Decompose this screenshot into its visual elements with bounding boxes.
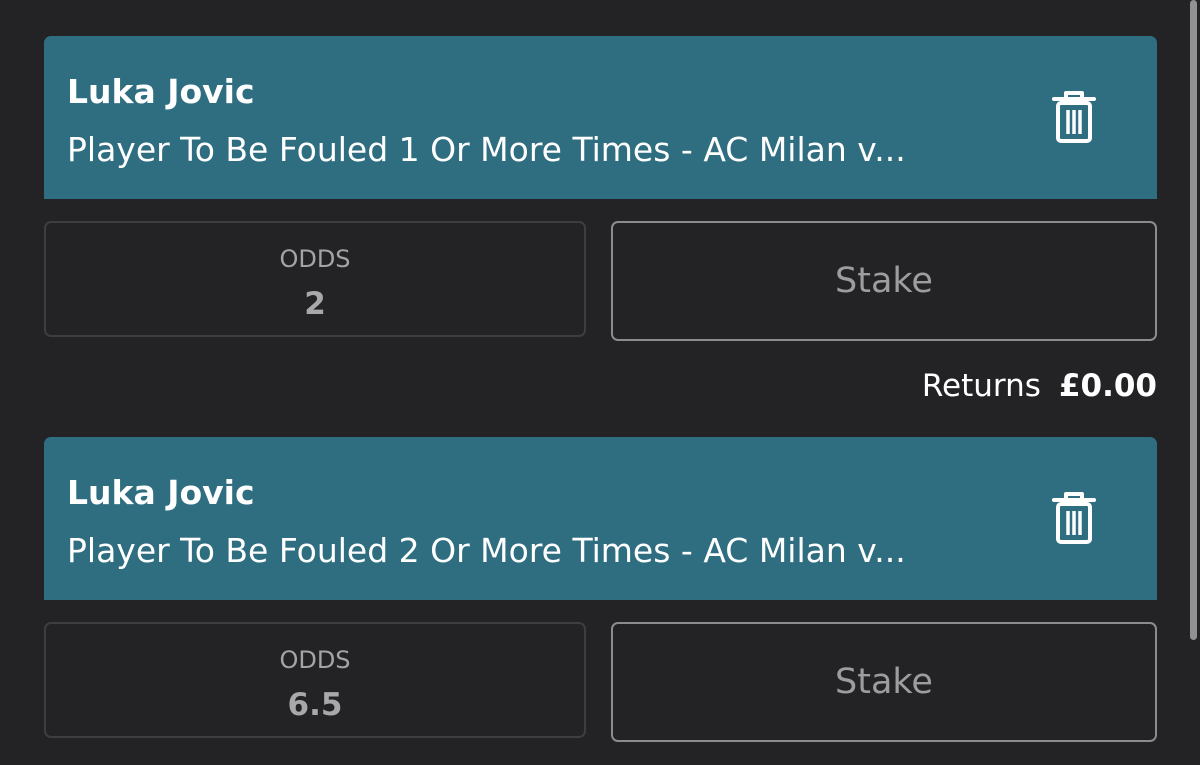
- bet-slip: Luka Jovic Player To Be Fouled 1 Or More…: [0, 0, 1200, 765]
- market-name: Player To Be Fouled 1 Or More Times - AC…: [67, 130, 906, 169]
- delete-bet-button[interactable]: [1051, 91, 1097, 145]
- bet-selection-header: Luka Jovic Player To Be Fouled 1 Or More…: [44, 36, 1157, 199]
- player-name: Luka Jovic: [67, 473, 255, 512]
- scrollbar[interactable]: [1190, 0, 1197, 640]
- odds-label: ODDS: [279, 245, 351, 273]
- bet-selection-header: Luka Jovic Player To Be Fouled 2 Or More…: [44, 437, 1157, 600]
- returns-row: Returns £0.00: [922, 368, 1157, 404]
- odds-label: ODDS: [279, 646, 351, 674]
- bet-card: Luka Jovic Player To Be Fouled 2 Or More…: [44, 437, 1157, 742]
- player-name: Luka Jovic: [67, 72, 255, 111]
- trash-icon: [1052, 492, 1096, 544]
- odds-value: 2: [304, 286, 326, 322]
- odds-box: ODDS 2: [44, 221, 586, 337]
- returns-value: £0.00: [1058, 368, 1157, 404]
- returns-label: Returns: [921, 368, 1041, 404]
- stake-input[interactable]: [611, 221, 1157, 341]
- odds-box: ODDS 6.5: [44, 622, 586, 738]
- stake-input[interactable]: [611, 622, 1157, 742]
- market-name: Player To Be Fouled 2 Or More Times - AC…: [67, 531, 906, 570]
- odds-value: 6.5: [287, 687, 343, 723]
- delete-bet-button[interactable]: [1051, 492, 1097, 546]
- bet-card: Luka Jovic Player To Be Fouled 1 Or More…: [44, 36, 1157, 404]
- trash-icon: [1052, 91, 1096, 143]
